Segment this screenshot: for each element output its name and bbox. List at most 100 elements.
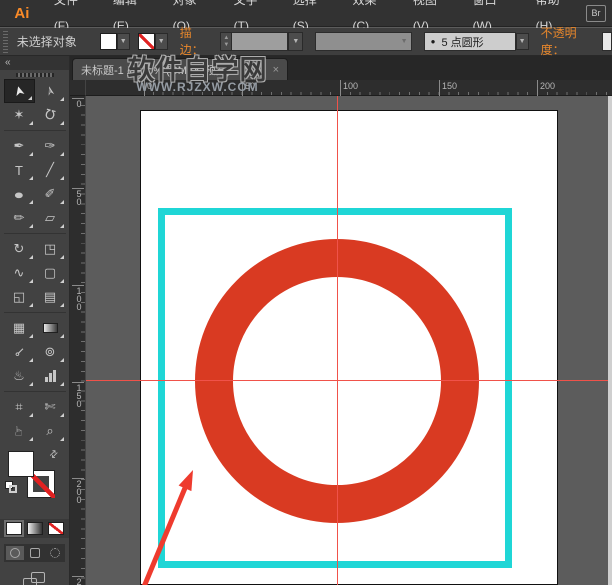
hand-tool-icon: ☞ — [11, 425, 26, 437]
curvature-pen-tool[interactable]: ✑ — [35, 134, 66, 158]
draw-behind-mode-icon[interactable] — [26, 546, 44, 560]
selection-tool[interactable]: ➤ — [3, 79, 35, 103]
magic-wand-tool-icon: ✶ — [13, 107, 25, 122]
blend-tool[interactable]: ⊚ — [35, 340, 66, 364]
symbol-sprayer-tool-icon: ♨ — [13, 368, 25, 383]
stroke-panel-link[interactable]: 描边： — [179, 24, 215, 60]
line-segment-tool-icon: ╱ — [46, 162, 54, 177]
variable-width-dropdown[interactable]: ▼ — [315, 32, 412, 51]
free-transform-tool-icon: ▢ — [43, 265, 57, 280]
brush-field[interactable]: ● 5 点圆形 — [423, 32, 516, 51]
bridge-button[interactable]: Br — [586, 4, 606, 22]
line-segment-tool[interactable]: ╱ — [35, 158, 66, 182]
draw-normal-mode-icon[interactable] — [5, 546, 24, 560]
paintbrush-tool-icon: ✐ — [44, 186, 56, 201]
fill-color-swatch[interactable] — [99, 33, 117, 50]
none-button[interactable] — [47, 522, 64, 535]
symbol-sprayer-tool[interactable]: ♨ — [4, 364, 35, 388]
control-bar-grip[interactable] — [2, 30, 9, 53]
lasso-tool-icon: ℧ — [43, 105, 57, 124]
width-tool[interactable]: ∿ — [4, 261, 35, 285]
mesh-tool[interactable]: ▦ — [4, 316, 35, 340]
canvas[interactable] — [86, 96, 612, 585]
gradient-tool[interactable] — [35, 316, 66, 340]
eraser-tool[interactable]: ▱ — [35, 206, 66, 230]
cyan-square-shape[interactable] — [158, 208, 512, 568]
swap-fill-stroke-icon[interactable]: ⇄ — [47, 448, 61, 462]
tool-group-separator — [3, 388, 66, 392]
lasso-tool[interactable]: ℧ — [35, 103, 66, 127]
scale-tool-icon: ◳ — [43, 241, 57, 256]
document-area: 未标题-1 @ 70% (CMYK/预览) × 0 50 100 150 200 0 50… — [70, 56, 612, 585]
screen-mode-row — [0, 572, 69, 585]
horizontal-guide[interactable] — [86, 380, 612, 381]
opacity-panel-link[interactable]: 不透明度： — [540, 24, 599, 60]
magic-wand-tool[interactable]: ✶ — [4, 103, 35, 127]
pen-tool-icon: ✒ — [13, 138, 25, 153]
color-button[interactable] — [3, 520, 24, 537]
draw-inside-mode-icon[interactable] — [46, 546, 64, 560]
column-graph-tool-icon — [44, 370, 56, 382]
opacity-field[interactable] — [602, 32, 612, 51]
artboard-tool[interactable]: ⌗ — [4, 395, 35, 419]
horizontal-ruler[interactable]: 0 50 100 150 200 — [86, 80, 612, 96]
tool-grid: ➤ ➢ ✶ ℧ ✒ ✑ T ╱ ● ✐ ✏ ▱ ↻ ◳ ∿ ▢ ◱ ▤ ▦ ⊸ ⊚ ♨ ⌗ ✄ ☞ ⌕ — [0, 79, 69, 443]
fill-stroke-indicator: ⇄ — [0, 448, 69, 511]
eyedropper-tool[interactable]: ⊸ — [4, 340, 35, 364]
paint-style-buttons — [0, 519, 69, 538]
zoom-tool-icon: ⌕ — [46, 423, 54, 438]
control-bar: 未选择对象 ▼ ▼ 描边： ▲ ▼ ▼ ▼ ● 5 点圆形 ▼ 不透明度： — [0, 26, 612, 60]
zoom-tool[interactable]: ⌕ — [35, 419, 66, 443]
column-graph-tool[interactable] — [35, 364, 66, 388]
slice-tool[interactable]: ✄ — [35, 395, 66, 419]
perspective-grid-tool[interactable]: ▤ — [35, 285, 66, 309]
pencil-tool-icon: ✏ — [13, 210, 25, 225]
document-tab[interactable]: 未标题-1 @ 70% (CMYK/预览) × — [72, 58, 288, 80]
collapse-panel-button[interactable]: « — [5, 57, 11, 68]
vertical-guide[interactable] — [337, 96, 338, 585]
brush-dot-icon: ● — [430, 37, 436, 46]
artboard-tool-icon: ⌗ — [15, 399, 23, 414]
rotate-tool[interactable]: ↻ — [4, 237, 35, 261]
default-fill-stroke-icon[interactable] — [5, 481, 17, 493]
direct-selection-tool[interactable]: ➢ — [35, 79, 66, 103]
stroke-color-swatch[interactable] — [137, 33, 155, 50]
gradient-button[interactable] — [26, 522, 43, 535]
stroke-weight-stepper[interactable]: ▲ ▼ ▼ — [220, 32, 304, 51]
pencil-tool[interactable]: ✏ — [4, 206, 35, 230]
fill-indicator[interactable] — [8, 451, 34, 477]
selection-status: 未选择对象 — [16, 35, 77, 49]
h-ruler-label-100: 100 — [340, 80, 358, 96]
rotate-tool-icon: ↻ — [13, 241, 25, 256]
tool-group-separator — [3, 309, 66, 313]
type-tool[interactable]: T — [4, 158, 35, 182]
hand-tool[interactable]: ☞ — [4, 419, 35, 443]
free-transform-tool[interactable]: ▢ — [35, 261, 66, 285]
ellipse-tool-icon: ● — [13, 186, 25, 202]
scale-tool[interactable]: ◳ — [35, 237, 66, 261]
ellipse-tool[interactable]: ● — [4, 182, 35, 206]
change-screen-mode-icon[interactable] — [22, 572, 47, 585]
v-ruler-label-0: 0 — [72, 98, 84, 107]
shape-builder-tool[interactable]: ◱ — [4, 285, 35, 309]
tools-panel-grip[interactable] — [0, 70, 69, 79]
stroke-dropdown-arrow-icon[interactable]: ▼ — [154, 33, 168, 50]
fill-dropdown-arrow-icon[interactable]: ▼ — [116, 33, 130, 50]
vertical-ruler[interactable]: 0 50 100 150 200 250 — [70, 96, 86, 585]
pen-tool[interactable]: ✒ — [4, 134, 35, 158]
tools-panel: « ➤ ➢ ✶ ℧ ✒ ✑ T ╱ ● ✐ ✏ ▱ ↻ ◳ ∿ ▢ ◱ ▤ ▦ ⊸ ⊚ ♨ ⌗ ✄ ☞ ⌕ ⇄ — [0, 56, 70, 585]
paintbrush-tool[interactable]: ✐ — [35, 182, 66, 206]
selection-tool-icon: ➤ — [9, 83, 28, 99]
v-ruler-label-100: 100 — [72, 285, 84, 310]
stroke-weight-dropdown-icon[interactable]: ▼ — [288, 32, 304, 51]
stepper-arrows-icon[interactable]: ▲ ▼ — [220, 32, 233, 51]
ruler-corner[interactable] — [70, 80, 86, 96]
vertical-scrollbar[interactable] — [608, 96, 612, 585]
tab-close-icon[interactable]: × — [265, 64, 287, 76]
brush-dropdown[interactable]: ● 5 点圆形 ▼ — [423, 32, 529, 51]
v-ruler-label-200: 200 — [72, 478, 84, 503]
tool-group-separator — [3, 127, 66, 131]
curvature-pen-tool-icon: ✑ — [44, 138, 56, 153]
stroke-weight-field[interactable] — [232, 32, 289, 51]
brush-dropdown-arrow-icon[interactable]: ▼ — [515, 33, 529, 50]
